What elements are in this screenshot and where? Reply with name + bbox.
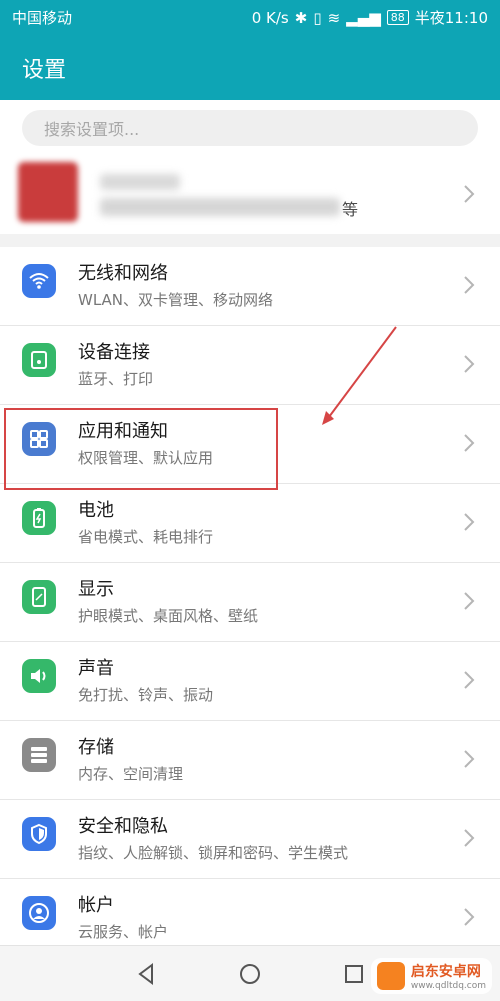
account-profile-row[interactable]: 等 [0,156,500,234]
settings-item-title: 电池 [78,500,114,521]
recents-icon[interactable] [342,962,366,986]
settings-item-title: 应用和通知 [78,421,168,442]
page-title: 设置 [22,57,67,83]
settings-item-device-connection[interactable]: 设备连接 蓝牙、打印 [0,326,500,405]
settings-item-subtitle: 蓝牙、打印 [78,370,154,388]
shield-icon [22,817,56,851]
settings-item-subtitle: 内存、空间清理 [78,765,184,783]
watermark-name: 启东安卓网 [410,964,481,980]
settings-item-title: 存储 [78,737,114,758]
settings-item-title: 声音 [78,658,114,679]
watermark-logo-icon [376,962,405,990]
search-placeholder: 搜索设置项... [44,120,140,139]
chevron-right-icon [464,750,475,768]
settings-item-subtitle: 云服务、帐户 [78,923,169,941]
chevron-right-icon [464,434,475,452]
chevron-right-icon [464,276,475,294]
carrier-text: 中国移动 [12,9,73,27]
settings-item-subtitle: 护眼模式、桌面风格、壁纸 [78,607,259,625]
wifi-signal-icon: ≋ [327,8,341,27]
settings-item-security-privacy[interactable]: 安全和隐私 指纹、人脸解锁、锁屏和密码、学生模式 [0,800,500,879]
settings-item-apps-notifications[interactable]: 应用和通知 权限管理、默认应用 [0,405,500,484]
home-icon[interactable] [238,962,262,986]
settings-item-title: 设备连接 [78,342,150,363]
clock: 半夜11:10 [414,9,488,27]
battery-level: 88 [386,10,409,25]
settings-item-subtitle: 免打扰、铃声、振动 [78,686,214,704]
settings-item-battery[interactable]: 电池 省电模式、耗电排行 [0,484,500,563]
network-speed: 0 K/s [251,8,289,27]
settings-item-subtitle: 指纹、人脸解锁、锁屏和密码、学生模式 [78,844,349,862]
settings-item-sound[interactable]: 声音 免打扰、铃声、振动 [0,642,500,721]
chevron-right-icon [464,592,475,610]
settings-item-title: 显示 [78,579,114,600]
vibrate-icon: ▯ [313,8,322,27]
settings-item-title: 无线和网络 [78,263,168,284]
chevron-right-icon [464,513,475,531]
settings-item-wireless-network[interactable]: 无线和网络 WLAN、双卡管理、移动网络 [0,247,500,326]
page-title-bar: 设置 [0,35,500,100]
bluetooth-icon: ✱ [294,8,308,27]
display-icon [22,580,56,614]
chevron-right-icon [464,355,475,373]
settings-item-display[interactable]: 显示 护眼模式、桌面风格、壁纸 [0,563,500,642]
storage-icon [22,738,56,772]
profile-subtitle-end: 等 [342,200,359,219]
watermark-url: www.qdltdq.com [410,981,486,991]
search-container: 搜索设置项... [0,100,500,156]
settings-item-subtitle: WLAN、双卡管理、移动网络 [78,291,274,309]
wifi-icon [22,264,56,298]
cell-signal-icon: ▂▄▆ [346,8,381,27]
search-input[interactable]: 搜索设置项... [22,110,478,146]
settings-item-subtitle: 省电模式、耗电排行 [78,528,214,546]
settings-list: 无线和网络 WLAN、双卡管理、移动网络 设备连接 蓝牙、打印 应用和通知 权限… [0,247,500,957]
sound-icon [22,659,56,693]
settings-item-title: 帐户 [78,895,114,916]
settings-item-title: 安全和隐私 [78,816,168,837]
device-connect-icon [22,343,56,377]
account-icon [22,896,56,930]
avatar [18,162,78,222]
apps-icon [22,422,56,456]
chevron-right-icon [464,671,475,689]
battery-icon [22,501,56,535]
settings-item-subtitle: 权限管理、默认应用 [78,449,214,467]
chevron-right-icon [464,185,475,203]
profile-name-blurred [100,174,180,190]
watermark: 启东安卓网 www.qdltdq.com [370,958,492,994]
status-bar: 中国移动 0 K/s ✱ ▯ ≋ ▂▄▆ 88 半夜11:10 [0,0,500,35]
back-icon[interactable] [134,962,158,986]
chevron-right-icon [464,908,475,926]
profile-subtitle-blurred [100,198,340,216]
settings-item-storage[interactable]: 存储 内存、空间清理 [0,721,500,800]
chevron-right-icon [464,829,475,847]
